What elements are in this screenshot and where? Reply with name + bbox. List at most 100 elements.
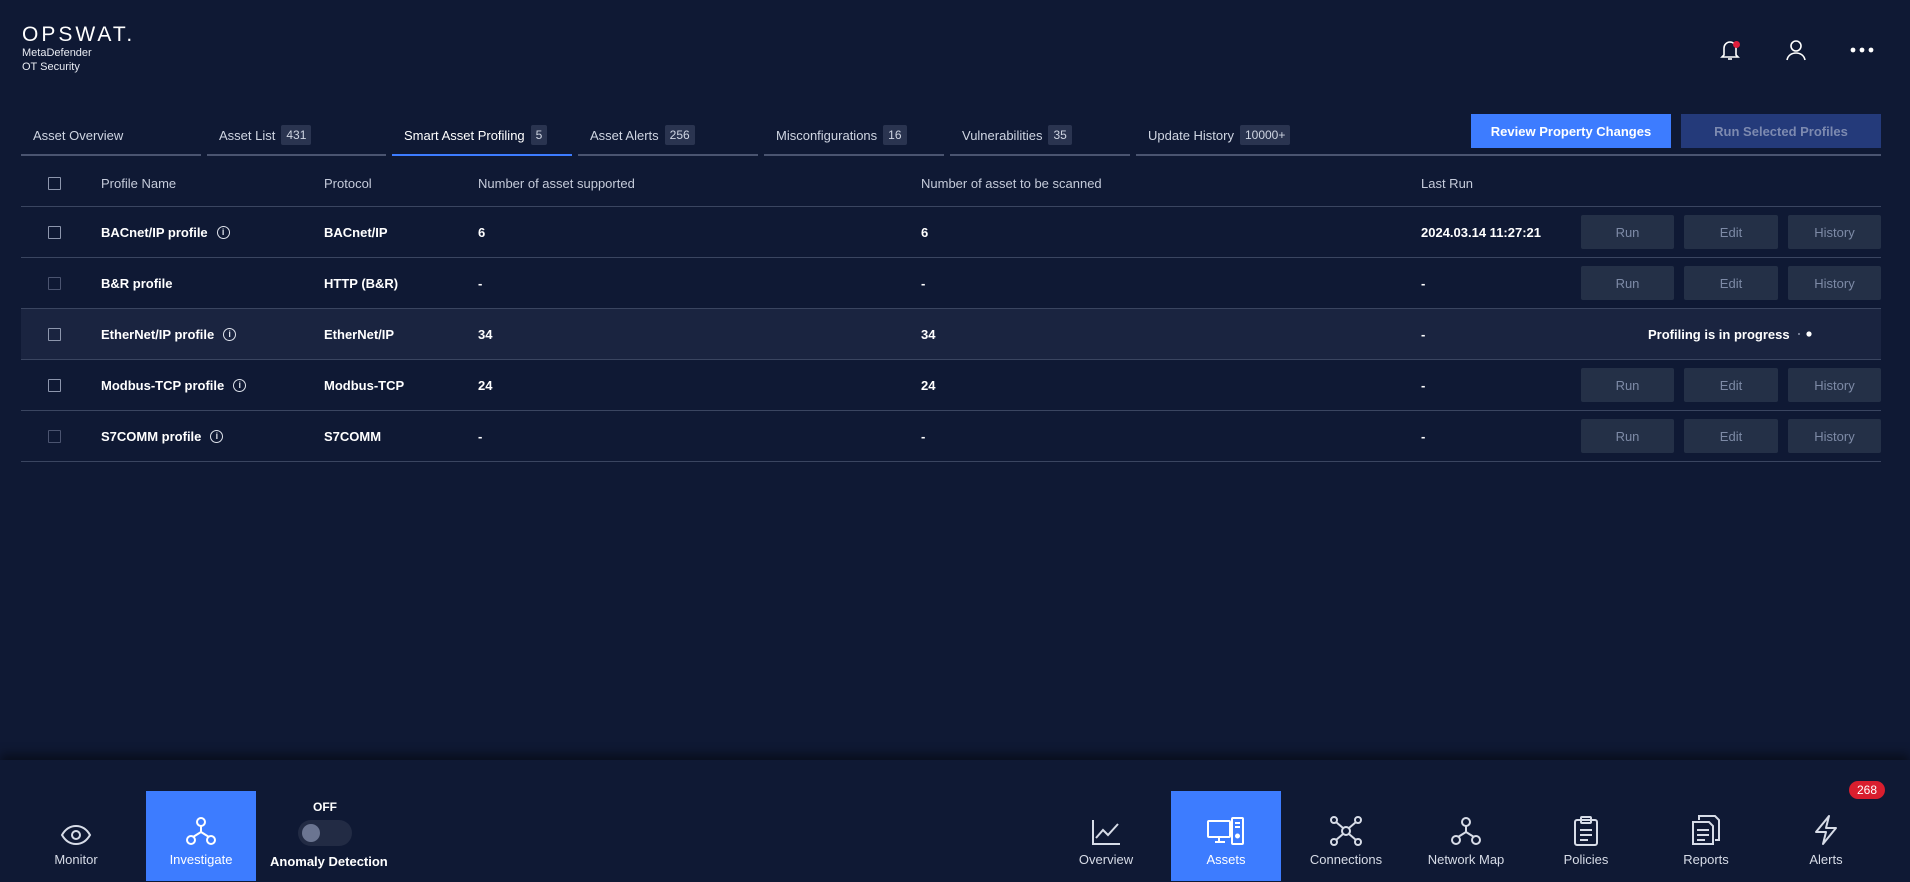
top-bar: OPSWAT. MetaDefender OT Security — [0, 0, 1910, 110]
protocol: S7COMM — [324, 428, 382, 444]
profile-name: Modbus-TCP profile — [101, 377, 225, 393]
nav-overview[interactable]: Overview — [1051, 791, 1161, 881]
tab-bar: Asset Overview Asset List 431 Smart Asset… — [21, 116, 1322, 156]
protocol: HTTP (B&R) — [324, 275, 399, 291]
run-button[interactable]: Run — [1581, 215, 1674, 249]
tab-count: 16 — [883, 125, 907, 145]
table-row: BACnet/IP profile i BACnet/IP 6 6 2024.03… — [21, 207, 1881, 258]
notification-dot — [1733, 41, 1740, 48]
toggle-knob — [302, 824, 320, 842]
network-map-icon — [1451, 817, 1481, 845]
row-checkbox[interactable] — [48, 225, 61, 239]
row-checkbox[interactable] — [48, 276, 61, 290]
tab-smart-asset-profiling[interactable]: Smart Asset Profiling 5 — [392, 116, 572, 156]
nav-investigate[interactable]: Investigate — [146, 791, 256, 881]
row-checkbox[interactable] — [48, 378, 61, 392]
profiling-progress-text: Profiling is in progress — [1648, 326, 1790, 342]
table-row: S7COMM profile i S7COMM - - - Run Edit Hi… — [21, 411, 1881, 462]
edit-button[interactable]: Edit — [1684, 266, 1778, 300]
module-name: OT Security — [22, 61, 80, 73]
investigate-icon — [186, 817, 216, 845]
table-row: Modbus-TCP profile i Modbus-TCP 24 24 - R… — [21, 360, 1881, 411]
connections-icon — [1330, 816, 1362, 846]
history-button[interactable]: History — [1788, 266, 1881, 300]
profile-name: S7COMM profile — [101, 428, 202, 444]
anomaly-toggle-state: OFF — [313, 800, 337, 814]
logo: OPSWAT. MetaDefender OT Security — [22, 24, 135, 74]
run-button[interactable]: Run — [1581, 266, 1674, 300]
last-run: - — [1421, 377, 1426, 393]
profile-name: BACnet/IP profile — [101, 224, 208, 240]
info-icon[interactable]: i — [210, 429, 224, 443]
profile-name: B&R profile — [101, 275, 173, 291]
run-selected-profiles-button[interactable]: Run Selected Profiles — [1681, 114, 1881, 148]
tab-vulnerabilities[interactable]: Vulnerabilities 35 — [950, 116, 1130, 156]
tab-asset-overview[interactable]: Asset Overview — [21, 116, 201, 156]
nav-assets[interactable]: Assets — [1171, 791, 1281, 881]
asset-scanned: 34 — [921, 326, 936, 342]
profile-name: EtherNet/IP profile — [101, 326, 215, 342]
info-icon[interactable]: i — [223, 327, 237, 341]
asset-supported: - — [478, 428, 483, 444]
history-button[interactable]: History — [1788, 215, 1881, 249]
review-property-changes-button[interactable]: Review Property Changes — [1471, 114, 1671, 148]
chart-line-icon — [1092, 820, 1120, 845]
nav-policies[interactable]: Policies — [1531, 791, 1641, 881]
edit-button[interactable]: Edit — [1684, 368, 1778, 402]
tab-misconfigurations[interactable]: Misconfigurations 16 — [764, 116, 944, 156]
nav-network-map[interactable]: Network Map — [1411, 791, 1521, 881]
more-icon[interactable] — [1848, 36, 1876, 64]
info-icon[interactable]: i — [216, 225, 230, 239]
tab-count: 256 — [664, 125, 695, 145]
profiles-table: Profile Name Protocol Number of asset su… — [21, 160, 1881, 462]
col-profile-name: Profile Name — [101, 175, 177, 191]
edit-button[interactable]: Edit — [1684, 419, 1778, 453]
asset-supported: 34 — [478, 326, 493, 342]
tab-asset-alerts[interactable]: Asset Alerts 256 — [578, 116, 758, 156]
tab-divider — [1316, 154, 1881, 156]
brand-name: OPSWAT. — [22, 23, 136, 46]
nav-alerts[interactable]: Alerts — [1771, 791, 1881, 881]
row-checkbox[interactable] — [48, 429, 61, 443]
table-header: Profile Name Protocol Number of asset su… — [21, 160, 1881, 207]
asset-scanned: 24 — [921, 377, 936, 393]
tab-count: 431 — [281, 125, 312, 145]
anomaly-detection-toggle[interactable] — [298, 820, 352, 846]
asset-scanned: 6 — [921, 224, 929, 240]
nav-connections[interactable]: Connections — [1291, 791, 1401, 881]
reports-icon — [1692, 815, 1720, 845]
last-run: 2024.03.14 11:27:21 — [1421, 224, 1541, 240]
last-run: - — [1421, 275, 1426, 291]
select-all-checkbox[interactable] — [48, 176, 61, 190]
col-asset-scanned: Number of asset to be scanned — [921, 175, 1102, 191]
edit-button[interactable]: Edit — [1684, 215, 1778, 249]
nav-reports[interactable]: Reports — [1651, 791, 1761, 881]
asset-scanned: - — [921, 275, 926, 291]
history-button[interactable]: History — [1788, 368, 1881, 402]
anomaly-detection: OFF Anomaly Detection — [270, 800, 388, 869]
clipboard-icon — [1574, 816, 1598, 846]
user-icon[interactable] — [1782, 36, 1810, 64]
protocol: BACnet/IP — [324, 224, 388, 240]
row-checkbox[interactable] — [48, 327, 61, 341]
nav-monitor[interactable]: Monitor — [21, 791, 131, 881]
table-row: EtherNet/IP profile i EtherNet/IP 34 34 -… — [21, 309, 1881, 360]
run-button[interactable]: Run — [1581, 419, 1674, 453]
tab-update-history[interactable]: Update History 10000+ — [1136, 116, 1316, 156]
tab-asset-list[interactable]: Asset List 431 — [207, 116, 386, 156]
protocol: EtherNet/IP — [324, 326, 395, 342]
history-button[interactable]: History — [1788, 419, 1881, 453]
tab-count: 10000+ — [1239, 125, 1291, 145]
last-run: - — [1421, 428, 1426, 444]
asset-scanned: - — [921, 428, 926, 444]
assets-icon — [1207, 817, 1244, 845]
col-last-run: Last Run — [1421, 175, 1474, 191]
tab-count: 35 — [1048, 125, 1072, 145]
loading-spinner-icon — [1796, 309, 1816, 359]
asset-supported: 24 — [478, 377, 493, 393]
table-row: B&R profile HTTP (B&R) - - - Run Edit Hi… — [21, 258, 1881, 309]
bell-icon[interactable] — [1716, 36, 1744, 64]
run-button[interactable]: Run — [1581, 368, 1674, 402]
info-icon[interactable]: i — [233, 378, 247, 392]
col-protocol: Protocol — [324, 175, 372, 191]
